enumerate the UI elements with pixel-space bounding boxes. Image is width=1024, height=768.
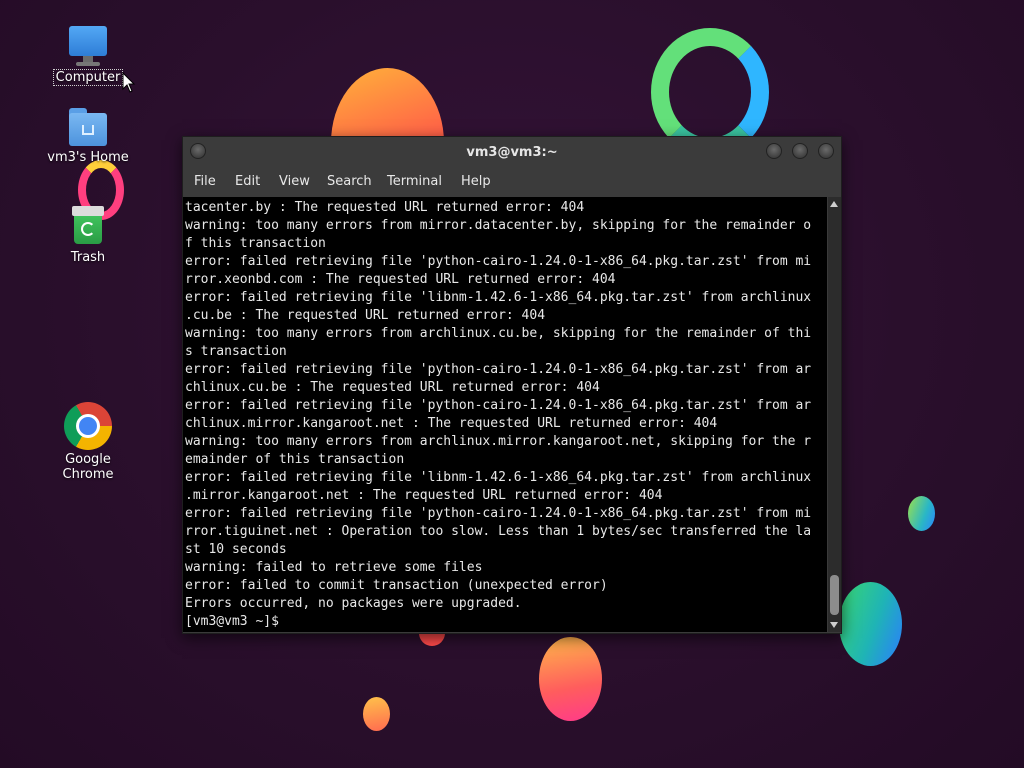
wallpaper-small-teal-blob xyxy=(908,496,935,531)
terminal-line: error: failed to commit transaction (une… xyxy=(185,578,608,593)
terminal-line: warning: failed to retrieve some files xyxy=(185,560,483,575)
terminal-line: emainder of this transaction xyxy=(185,452,405,467)
terminal-line: chlinux.cu.be : The requested URL return… xyxy=(185,380,600,395)
wallpaper-teal-blob xyxy=(839,582,902,666)
home-folder-icon xyxy=(66,106,110,148)
terminal-line: chlinux.mirror.kangaroot.net : The reque… xyxy=(185,416,718,431)
terminal-window[interactable]: vm3@vm3:~ File Edit View Search Terminal… xyxy=(182,136,842,634)
close-button[interactable] xyxy=(818,143,834,159)
terminal-line: [vm3@vm3 ~]$ xyxy=(185,614,287,629)
terminal-line: error: failed retrieving file 'libnm-1.4… xyxy=(185,290,812,305)
menu-file[interactable]: File xyxy=(194,174,216,189)
wallpaper-small-drop xyxy=(363,697,390,731)
menu-help[interactable]: Help xyxy=(461,174,491,189)
terminal-text: tacenter.by : The requested URL returned… xyxy=(183,197,827,631)
terminal-line: error: failed retrieving file 'python-ca… xyxy=(185,398,812,413)
terminal-line: rror.xeonbd.com : The requested URL retu… xyxy=(185,272,616,287)
terminal-line: s transaction xyxy=(185,344,287,359)
menu-bar: File Edit View Search Terminal Help xyxy=(183,167,841,197)
menu-edit[interactable]: Edit xyxy=(235,174,260,189)
mouse-pointer-icon xyxy=(122,72,136,93)
window-title: vm3@vm3:~ xyxy=(466,145,558,160)
chrome-icon xyxy=(64,402,112,450)
terminal-line: warning: too many errors from archlinux.… xyxy=(185,434,812,449)
maximize-button[interactable] xyxy=(792,143,808,159)
scroll-down-arrow-icon[interactable] xyxy=(830,622,838,628)
wallpaper-orange-drop xyxy=(539,637,602,721)
window-titlebar[interactable]: vm3@vm3:~ xyxy=(183,137,841,167)
desktop-icon-trash[interactable]: Trash xyxy=(38,204,138,265)
terminal-output[interactable]: tacenter.by : The requested URL returned… xyxy=(183,197,827,632)
menu-search[interactable]: Search xyxy=(327,174,372,189)
terminal-line: warning: too many errors from archlinux.… xyxy=(185,326,812,341)
minimize-button[interactable] xyxy=(766,143,782,159)
terminal-line: f this transaction xyxy=(185,236,326,251)
terminal-line: st 10 seconds xyxy=(185,542,287,557)
scroll-up-arrow-icon[interactable] xyxy=(830,201,838,207)
desktop-icon-label: Google Chrome xyxy=(62,452,114,482)
terminal-line: error: failed retrieving file 'libnm-1.4… xyxy=(185,470,812,485)
terminal-line: .cu.be : The requested URL returned erro… xyxy=(185,308,546,323)
trash-icon xyxy=(66,204,110,248)
desktop-icon-chrome[interactable]: Google Chrome xyxy=(38,402,138,482)
menu-terminal[interactable]: Terminal xyxy=(387,174,442,189)
scrollbar-thumb[interactable] xyxy=(830,575,839,615)
desktop-icon-label: Trash xyxy=(70,250,106,265)
computer-icon xyxy=(66,26,110,68)
terminal-line: rror.tiguinet.net : Operation too slow. … xyxy=(185,524,812,539)
terminal-line: .mirror.kangaroot.net : The requested UR… xyxy=(185,488,663,503)
menu-view[interactable]: View xyxy=(279,174,310,189)
terminal-line: error: failed retrieving file 'python-ca… xyxy=(185,254,812,269)
desktop-icon-label: Computer xyxy=(52,69,124,86)
terminal-line: warning: too many errors from mirror.dat… xyxy=(185,218,812,233)
desktop-icon-label: vm3's Home xyxy=(47,150,129,165)
terminal-line: Errors occurred, no packages were upgrad… xyxy=(185,596,522,611)
terminal-scrollbar[interactable] xyxy=(828,197,841,632)
terminal-line: error: failed retrieving file 'python-ca… xyxy=(185,362,812,377)
terminal-line: tacenter.by : The requested URL returned… xyxy=(185,200,585,215)
desktop-icon-home[interactable]: vm3's Home xyxy=(38,106,138,165)
terminal-line: error: failed retrieving file 'python-ca… xyxy=(185,506,812,521)
